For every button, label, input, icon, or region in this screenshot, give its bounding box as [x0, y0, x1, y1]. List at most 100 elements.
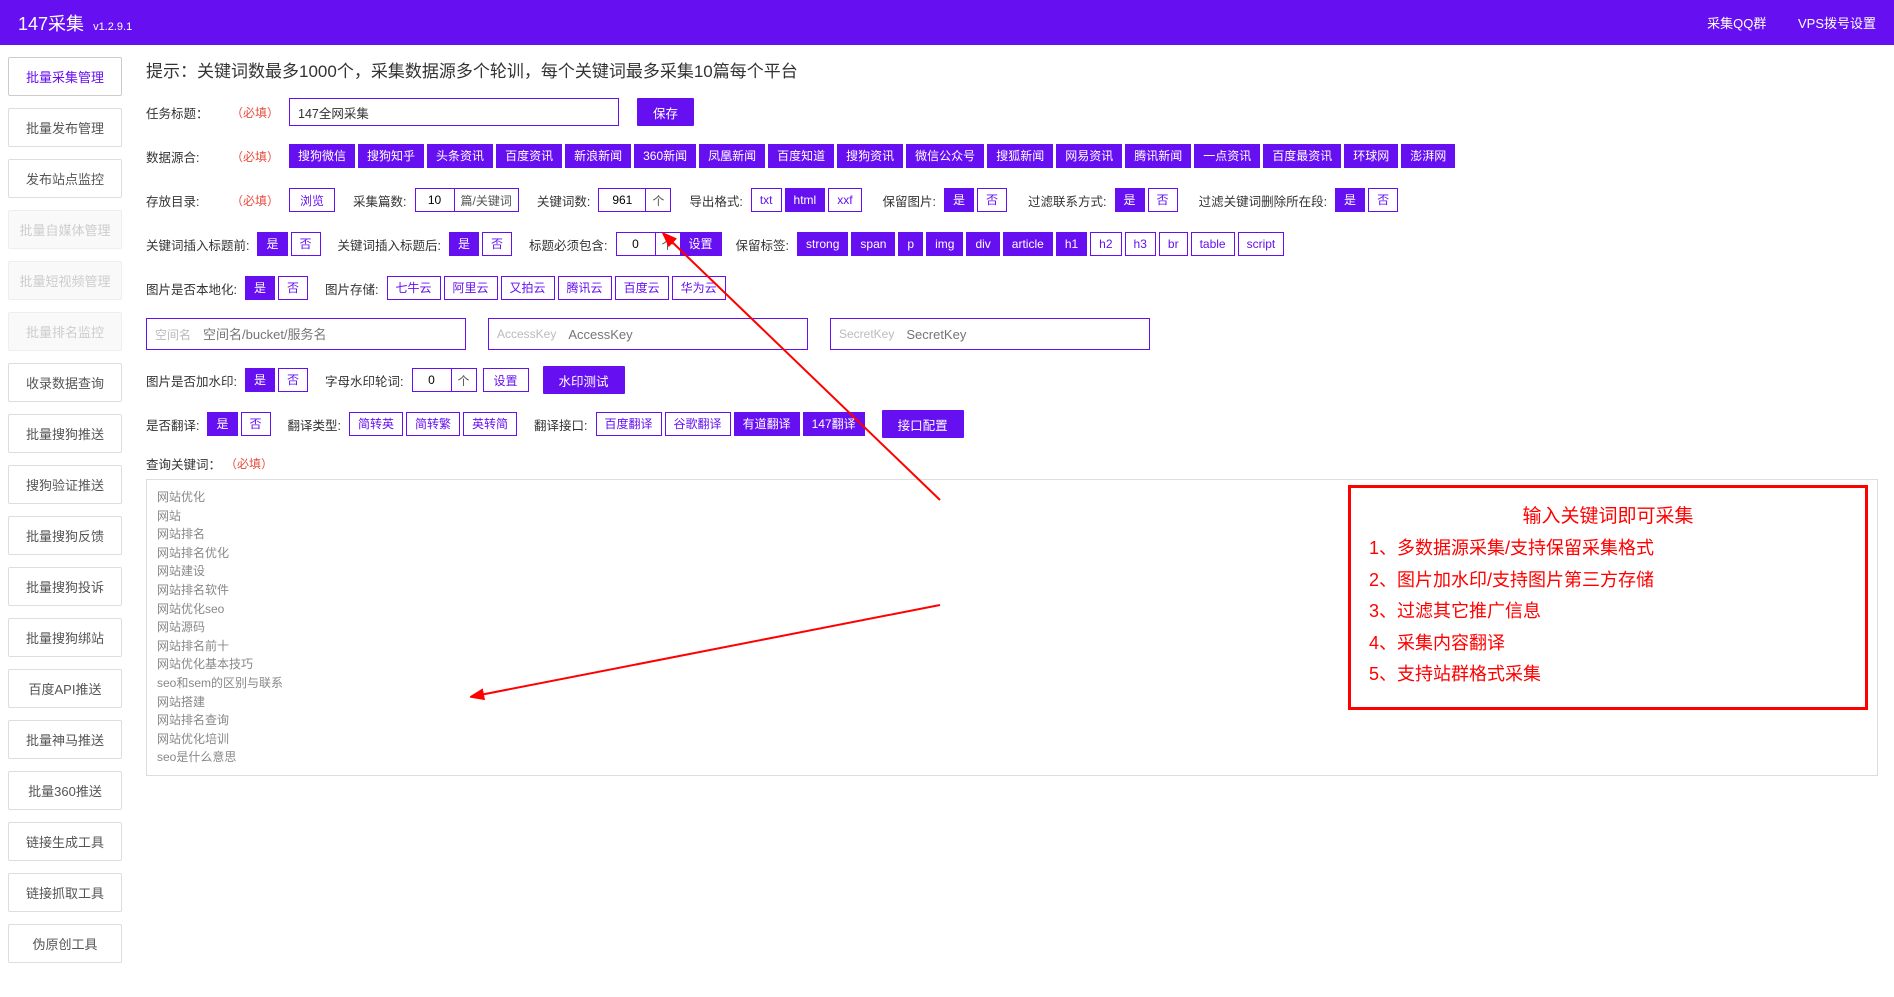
sidebar-item-16[interactable]: 链接抓取工具 [8, 873, 122, 912]
keep-tag-3[interactable]: img [926, 232, 963, 256]
sidebar-item-12[interactable]: 百度API推送 [8, 669, 122, 708]
format-tag-1[interactable]: html [785, 188, 826, 212]
image-store-4[interactable]: 百度云 [615, 276, 669, 300]
image-store-0[interactable]: 七牛云 [387, 276, 441, 300]
space-name-field[interactable]: 空间名 [146, 318, 466, 350]
insert-before-yes[interactable]: 是 [257, 232, 287, 256]
filter-del-yes[interactable]: 是 [1335, 188, 1365, 212]
source-tag-12[interactable]: 腾讯新闻 [1125, 144, 1191, 168]
main-content: 提示：关键词数最多1000个，采集数据源多个轮训，每个关键词最多采集10篇每个平… [130, 45, 1894, 975]
source-tag-15[interactable]: 环球网 [1344, 144, 1398, 168]
format-tag-0[interactable]: txt [751, 188, 782, 212]
sidebar-item-9[interactable]: 批量搜狗反馈 [8, 516, 122, 555]
keep-tag-11[interactable]: script [1238, 232, 1285, 256]
image-localize-no[interactable]: 否 [278, 276, 308, 300]
keep-tag-6[interactable]: h1 [1056, 232, 1087, 256]
keyword-line-12: 网站排名查询 [157, 711, 1867, 730]
image-store-3[interactable]: 腾讯云 [558, 276, 612, 300]
watermark-no[interactable]: 否 [278, 368, 308, 392]
watermark-set-button[interactable]: 设置 [483, 368, 529, 392]
source-tag-16[interactable]: 澎湃网 [1401, 144, 1455, 168]
filter-contact-yes[interactable]: 是 [1115, 188, 1145, 212]
source-tag-9[interactable]: 微信公众号 [906, 144, 984, 168]
translate-type-2[interactable]: 英转简 [463, 412, 517, 436]
insert-after-no[interactable]: 否 [482, 232, 512, 256]
sidebar-item-8[interactable]: 搜狗验证推送 [8, 465, 122, 504]
source-tag-1[interactable]: 搜狗知乎 [358, 144, 424, 168]
keep-tag-0[interactable]: strong [797, 232, 848, 256]
secret-key-input[interactable] [902, 319, 1149, 349]
source-tag-11[interactable]: 网易资讯 [1056, 144, 1122, 168]
sidebar-item-1[interactable]: 批量发布管理 [8, 108, 122, 147]
keep-tag-8[interactable]: h3 [1125, 232, 1156, 256]
source-tag-5[interactable]: 360新闻 [634, 144, 696, 168]
source-tag-0[interactable]: 搜狗微信 [289, 144, 355, 168]
browse-button[interactable]: 浏览 [289, 188, 335, 212]
keep-image-no[interactable]: 否 [977, 188, 1007, 212]
translate-iface-3[interactable]: 147翻译 [803, 412, 865, 436]
translate-iface-0[interactable]: 百度翻译 [596, 412, 662, 436]
sidebar-item-14[interactable]: 批量360推送 [8, 771, 122, 810]
watermark-turn-input[interactable] [412, 368, 452, 392]
image-store-5[interactable]: 华为云 [672, 276, 726, 300]
sidebar-item-7[interactable]: 批量搜狗推送 [8, 414, 122, 453]
label-collect-count: 采集篇数: [353, 191, 406, 210]
source-tag-2[interactable]: 头条资讯 [427, 144, 493, 168]
access-key-field[interactable]: AccessKey [488, 318, 808, 350]
sidebar-item-0[interactable]: 批量采集管理 [8, 57, 122, 96]
sidebar-item-6[interactable]: 收录数据查询 [8, 363, 122, 402]
sidebar-item-17[interactable]: 伪原创工具 [8, 924, 122, 963]
keep-tag-7[interactable]: h2 [1090, 232, 1121, 256]
interface-config-button[interactable]: 接口配置 [882, 410, 964, 438]
image-store-1[interactable]: 阿里云 [444, 276, 498, 300]
source-tag-6[interactable]: 凤凰新闻 [699, 144, 765, 168]
translate-type-1[interactable]: 简转繁 [406, 412, 460, 436]
label-watermark-turn: 字母水印轮词: [325, 371, 403, 390]
access-key-input[interactable] [564, 319, 807, 349]
source-tag-14[interactable]: 百度最资讯 [1263, 144, 1341, 168]
source-tag-13[interactable]: 一点资讯 [1194, 144, 1260, 168]
link-qq-group[interactable]: 采集QQ群 [1707, 16, 1766, 31]
source-tag-4[interactable]: 新浪新闻 [565, 144, 631, 168]
space-name-input[interactable] [199, 319, 465, 349]
keyword-count-input[interactable] [598, 188, 646, 212]
sidebar-item-11[interactable]: 批量搜狗绑站 [8, 618, 122, 657]
translate-no[interactable]: 否 [241, 412, 271, 436]
keep-tag-5[interactable]: article [1003, 232, 1053, 256]
sidebar-item-15[interactable]: 链接生成工具 [8, 822, 122, 861]
task-title-input[interactable] [289, 98, 619, 126]
secret-key-field[interactable]: SecretKey [830, 318, 1150, 350]
collect-count-input[interactable] [415, 188, 455, 212]
title-must-count-input[interactable] [616, 232, 656, 256]
keep-tag-10[interactable]: table [1191, 232, 1235, 256]
sidebar-item-13[interactable]: 批量神马推送 [8, 720, 122, 759]
source-tag-7[interactable]: 百度知道 [768, 144, 834, 168]
filter-contact-no[interactable]: 否 [1148, 188, 1178, 212]
keep-image-yes[interactable]: 是 [944, 188, 974, 212]
source-tag-10[interactable]: 搜狐新闻 [987, 144, 1053, 168]
keep-tag-9[interactable]: br [1159, 232, 1188, 256]
source-tag-8[interactable]: 搜狗资讯 [837, 144, 903, 168]
sidebar-item-2[interactable]: 发布站点监控 [8, 159, 122, 198]
sidebar-item-10[interactable]: 批量搜狗投诉 [8, 567, 122, 606]
translate-type-0[interactable]: 简转英 [349, 412, 403, 436]
title-must-set-button[interactable]: 设置 [680, 232, 722, 256]
translate-iface-1[interactable]: 谷歌翻译 [665, 412, 731, 436]
insert-after-yes[interactable]: 是 [449, 232, 479, 256]
annotation-line-3: 4、采集内容翻译 [1369, 628, 1847, 660]
filter-del-no[interactable]: 否 [1368, 188, 1398, 212]
keep-tag-2[interactable]: p [898, 232, 923, 256]
source-tag-3[interactable]: 百度资讯 [496, 144, 562, 168]
translate-iface-2[interactable]: 有道翻译 [734, 412, 800, 436]
image-store-2[interactable]: 又拍云 [501, 276, 555, 300]
keep-tag-4[interactable]: div [966, 232, 999, 256]
watermark-test-button[interactable]: 水印测试 [543, 366, 625, 394]
format-tag-2[interactable]: xxf [828, 188, 861, 212]
link-vps-settings[interactable]: VPS拨号设置 [1798, 16, 1876, 31]
watermark-yes[interactable]: 是 [245, 368, 275, 392]
insert-before-no[interactable]: 否 [291, 232, 321, 256]
image-localize-yes[interactable]: 是 [245, 276, 275, 300]
keep-tag-1[interactable]: span [851, 232, 895, 256]
translate-yes[interactable]: 是 [207, 412, 237, 436]
save-button[interactable]: 保存 [637, 98, 694, 126]
